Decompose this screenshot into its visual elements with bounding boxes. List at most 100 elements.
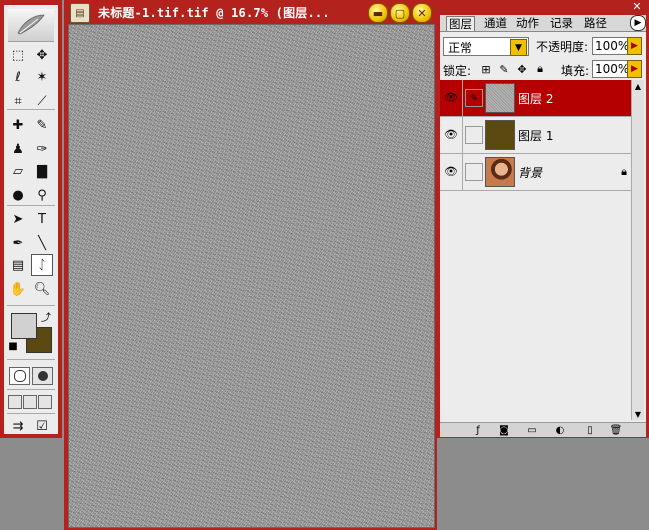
lock-all-icon[interactable]: 🔒︎: [534, 62, 546, 75]
chevron-down-icon: ▼: [510, 39, 527, 56]
layer-thumbnail: [485, 120, 515, 150]
layer-lock-icon: 🔒︎: [621, 165, 627, 178]
blur-icon[interactable]: ●: [8, 185, 28, 205]
tab-paths[interactable]: 路径: [584, 16, 607, 30]
maximize-button[interactable]: ▢: [390, 3, 410, 23]
layer-name[interactable]: 图层 1: [518, 127, 553, 144]
layer-thumbnail: [485, 83, 515, 113]
clone-stamp-icon[interactable]: ♟: [8, 139, 28, 159]
opacity-input[interactable]: 100%: [592, 37, 630, 55]
type-icon[interactable]: T: [32, 209, 52, 229]
layer-row[interactable]: 👁︎ 图层 1: [440, 117, 631, 154]
blend-mode-value: 正常: [448, 41, 473, 55]
brush-link-icon[interactable]: ✎: [465, 89, 483, 107]
layer-column-divider: [462, 154, 463, 190]
toolbox-divider: [7, 205, 55, 206]
document-icon[interactable]: ▤: [70, 3, 90, 23]
tab-layers[interactable]: 图层: [446, 16, 475, 31]
crop-icon[interactable]: ⌗: [8, 91, 28, 111]
screen-mode-full-button[interactable]: [38, 395, 52, 409]
layer-column-divider: [462, 80, 463, 116]
path-select-icon[interactable]: ➤: [8, 209, 28, 229]
opacity-slider-arrow-icon[interactable]: ▶: [627, 37, 642, 55]
pen-icon[interactable]: ✒: [8, 233, 28, 253]
slice-icon[interactable]: ⟋: [32, 91, 52, 111]
photoshop-feather-logo[interactable]: [8, 9, 54, 42]
layer-row[interactable]: 👁︎ ✎ 图层 2: [440, 80, 631, 117]
toolbox-divider: [7, 109, 55, 110]
fill-label: 填充:: [561, 64, 590, 78]
screen-mode-standard-button[interactable]: [8, 395, 22, 409]
quick-mask-icon: [37, 371, 48, 381]
tab-actions[interactable]: 动作: [516, 16, 539, 30]
minimize-icon: ▬: [372, 6, 384, 20]
swap-colors-icon[interactable]: ⤴: [40, 310, 52, 324]
brush-icon[interactable]: ✎: [32, 115, 52, 135]
healing-brush-icon[interactable]: ✚: [8, 115, 28, 135]
layer-style-icon[interactable]: ƒ: [472, 424, 484, 436]
palette-menu-icon[interactable]: ▶: [630, 15, 646, 31]
edit-in-imageready-icon[interactable]: ☑: [32, 416, 52, 436]
move-icon[interactable]: ✥: [32, 45, 52, 65]
new-group-icon[interactable]: ▭: [526, 424, 538, 436]
lasso-icon[interactable]: ℓ: [8, 67, 28, 87]
default-colors-icon[interactable]: ■: [7, 340, 19, 352]
document-title: 未标题-1.tif.tif @ 16.7% (图层...: [98, 6, 330, 20]
zoom-icon[interactable]: 🔍︎: [32, 279, 52, 299]
scroll-down-icon[interactable]: ▼: [632, 408, 644, 420]
layer-mask-icon[interactable]: ◙: [498, 424, 510, 436]
eyedropper-icon[interactable]: ᛇ: [31, 254, 53, 276]
close-button[interactable]: ✕: [412, 3, 432, 23]
layer-thumbnail: [485, 157, 515, 187]
link-toggle[interactable]: [465, 163, 483, 181]
fill-input[interactable]: 100%: [592, 60, 630, 78]
lock-image-icon[interactable]: ✎: [498, 63, 510, 76]
layer-column-divider: [462, 117, 463, 153]
screen-mode-full-menu-button[interactable]: [23, 395, 37, 409]
standard-mode-button[interactable]: [9, 367, 30, 385]
visibility-eye-icon[interactable]: 👁︎: [443, 126, 459, 142]
hand-icon[interactable]: ✋: [8, 279, 28, 299]
layer-name[interactable]: 背景: [518, 164, 542, 181]
layers-scrollbar[interactable]: ▲ ▼: [631, 80, 644, 420]
magic-wand-icon[interactable]: ✶: [32, 67, 52, 87]
layer-row[interactable]: 👁︎ 背景 🔒︎: [440, 154, 631, 191]
scroll-up-icon[interactable]: ▲: [632, 80, 644, 92]
new-layer-icon[interactable]: ▯: [584, 424, 596, 436]
document-window: ▤ 未标题-1.tif.tif @ 16.7% (图层... ▬ ▢ ✕: [64, 0, 437, 530]
line-icon[interactable]: ╲: [32, 233, 52, 253]
notes-icon[interactable]: ▤: [8, 255, 28, 275]
tab-history[interactable]: 记录: [550, 16, 573, 30]
gradient-icon[interactable]: ▇: [32, 161, 52, 181]
marquee-icon[interactable]: ⬚: [8, 45, 28, 65]
foreground-color-swatch[interactable]: [11, 313, 37, 339]
eraser-icon[interactable]: ▱: [8, 161, 28, 181]
maximize-icon: ▢: [394, 6, 406, 20]
dodge-icon[interactable]: ⚲: [32, 185, 52, 205]
blend-mode-select[interactable]: 正常 ▼: [443, 37, 529, 56]
link-toggle[interactable]: [465, 126, 483, 144]
toolbox-divider: [7, 413, 55, 414]
layer-name[interactable]: 图层 2: [518, 90, 553, 107]
standard-mode-icon: [13, 370, 26, 382]
palette-tabs: 图层 通道 动作 记录 路径: [440, 15, 646, 32]
delete-layer-icon[interactable]: 🗑︎: [610, 424, 623, 436]
panel-close-icon[interactable]: ✕: [631, 1, 643, 13]
jump-to-imageready-icon[interactable]: ⇉: [8, 416, 28, 436]
image-canvas[interactable]: [68, 24, 435, 528]
tab-channels[interactable]: 通道: [484, 16, 507, 30]
toolbox-body: ⬚ ✥ ℓ ✶ ⌗ ⟋ ✚ ✎ ♟ ✑ ▱ ▇ ● ⚲ ➤ T ✒ ╲ ▤ ᛇ ✋ 🔍︎ ⤴ ■ ⇉ ☑: [4, 5, 58, 434]
visibility-eye-icon[interactable]: 👁︎: [443, 89, 459, 105]
toolbox-divider: [7, 389, 55, 390]
lock-position-icon[interactable]: ✥: [516, 63, 528, 76]
minimize-button[interactable]: ▬: [368, 3, 388, 23]
quick-mask-button[interactable]: [32, 367, 53, 385]
lock-label: 锁定:: [443, 64, 472, 78]
lock-transparency-icon[interactable]: ⊞: [480, 63, 492, 76]
fill-slider-arrow-icon[interactable]: ▶: [627, 60, 642, 78]
adjustment-layer-icon[interactable]: ◐: [554, 424, 566, 436]
toolbox-divider: [7, 359, 55, 360]
visibility-eye-icon[interactable]: 👁︎: [443, 163, 459, 179]
document-title-bar[interactable]: ▤ 未标题-1.tif.tif @ 16.7% (图层... ▬ ▢ ✕: [64, 0, 437, 24]
history-brush-icon[interactable]: ✑: [32, 139, 52, 159]
